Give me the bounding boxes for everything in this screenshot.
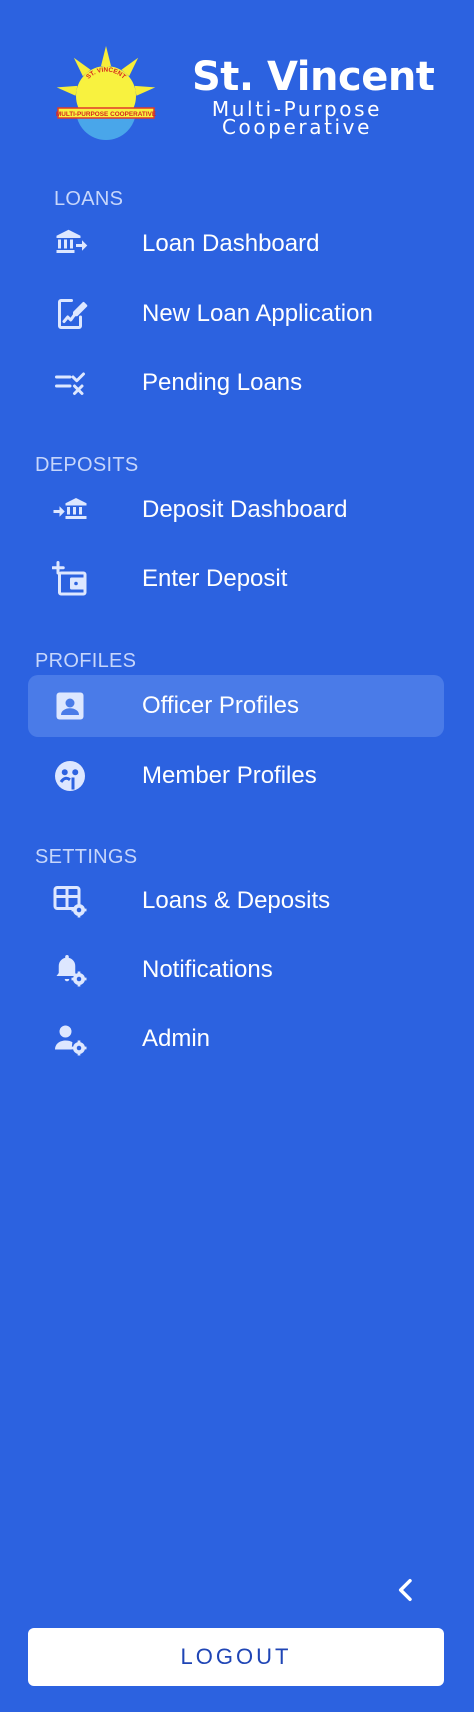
section-heading-profiles: PROFILES [35, 650, 137, 672]
brand-subtitle-line2: Cooperative [221, 115, 373, 139]
nav-item-label: Loans & Deposits [142, 887, 331, 914]
nav-item-label: Notifications [142, 956, 273, 983]
nav-item-label: Deposit Dashboard [142, 496, 348, 523]
section-heading-loans: LOANS [54, 188, 124, 210]
nav-item-member-profiles[interactable]: Member Profiles [28, 745, 444, 807]
nav-item-label: Officer Profiles [142, 692, 299, 719]
nav-item-label: Pending Loans [142, 369, 303, 396]
nav-item-label: Member Profiles [142, 762, 317, 789]
section-heading-settings: SETTINGS [35, 846, 138, 868]
nav-item-label: Loan Dashboard [142, 230, 320, 257]
nav-item-loan-dashboard[interactable]: Loan Dashboard [28, 213, 444, 275]
brand-title: St. Vincent [192, 54, 435, 100]
brand-logo: MULTI-PURPOSE COOPERATIVE ST. VINCENT [48, 44, 164, 140]
collapse-sidebar-button[interactable] [390, 1574, 422, 1606]
logo-bottom-text: MULTI-PURPOSE COOPERATIVE [56, 111, 157, 118]
sun-logo-icon: MULTI-PURPOSE COOPERATIVE ST. VINCENT [56, 46, 157, 140]
nav-item-new-loan-application[interactable]: New Loan Application [28, 283, 444, 345]
bank-arrow-icon [52, 226, 88, 262]
nav-item-enter-deposit[interactable]: Enter Deposit [28, 548, 444, 610]
sidebar: MULTI-PURPOSE COOPERATIVE ST. VINCENT St… [0, 0, 474, 1712]
member-face-icon [52, 758, 88, 794]
nav-item-label: Enter Deposit [142, 565, 288, 592]
contact-card-icon [52, 688, 88, 724]
checklist-pending-icon [52, 365, 88, 401]
nav-item-officer-profiles[interactable]: Officer Profiles [28, 675, 444, 737]
section-heading-deposits: DEPOSITS [35, 454, 139, 476]
user-settings-icon [52, 1021, 88, 1057]
table-settings-icon [52, 883, 88, 919]
nav-item-pending-loans[interactable]: Pending Loans [28, 352, 444, 414]
chevron-left-icon [398, 1578, 412, 1602]
nav-item-deposit-dashboard[interactable]: Deposit Dashboard [28, 479, 444, 541]
nav-item-label: New Loan Application [142, 300, 373, 327]
logout-button[interactable]: LOGOUT [28, 1628, 444, 1686]
nav-item-loans-deposits-settings[interactable]: Loans & Deposits [28, 870, 444, 932]
document-edit-icon [52, 296, 88, 332]
nav-item-admin-settings[interactable]: Admin [28, 1008, 444, 1070]
arrow-bank-icon [52, 492, 88, 528]
bell-settings-icon [52, 952, 88, 988]
wallet-add-icon [52, 561, 88, 597]
nav-item-notifications-settings[interactable]: Notifications [28, 939, 444, 1001]
nav-item-label: Admin [142, 1025, 211, 1052]
